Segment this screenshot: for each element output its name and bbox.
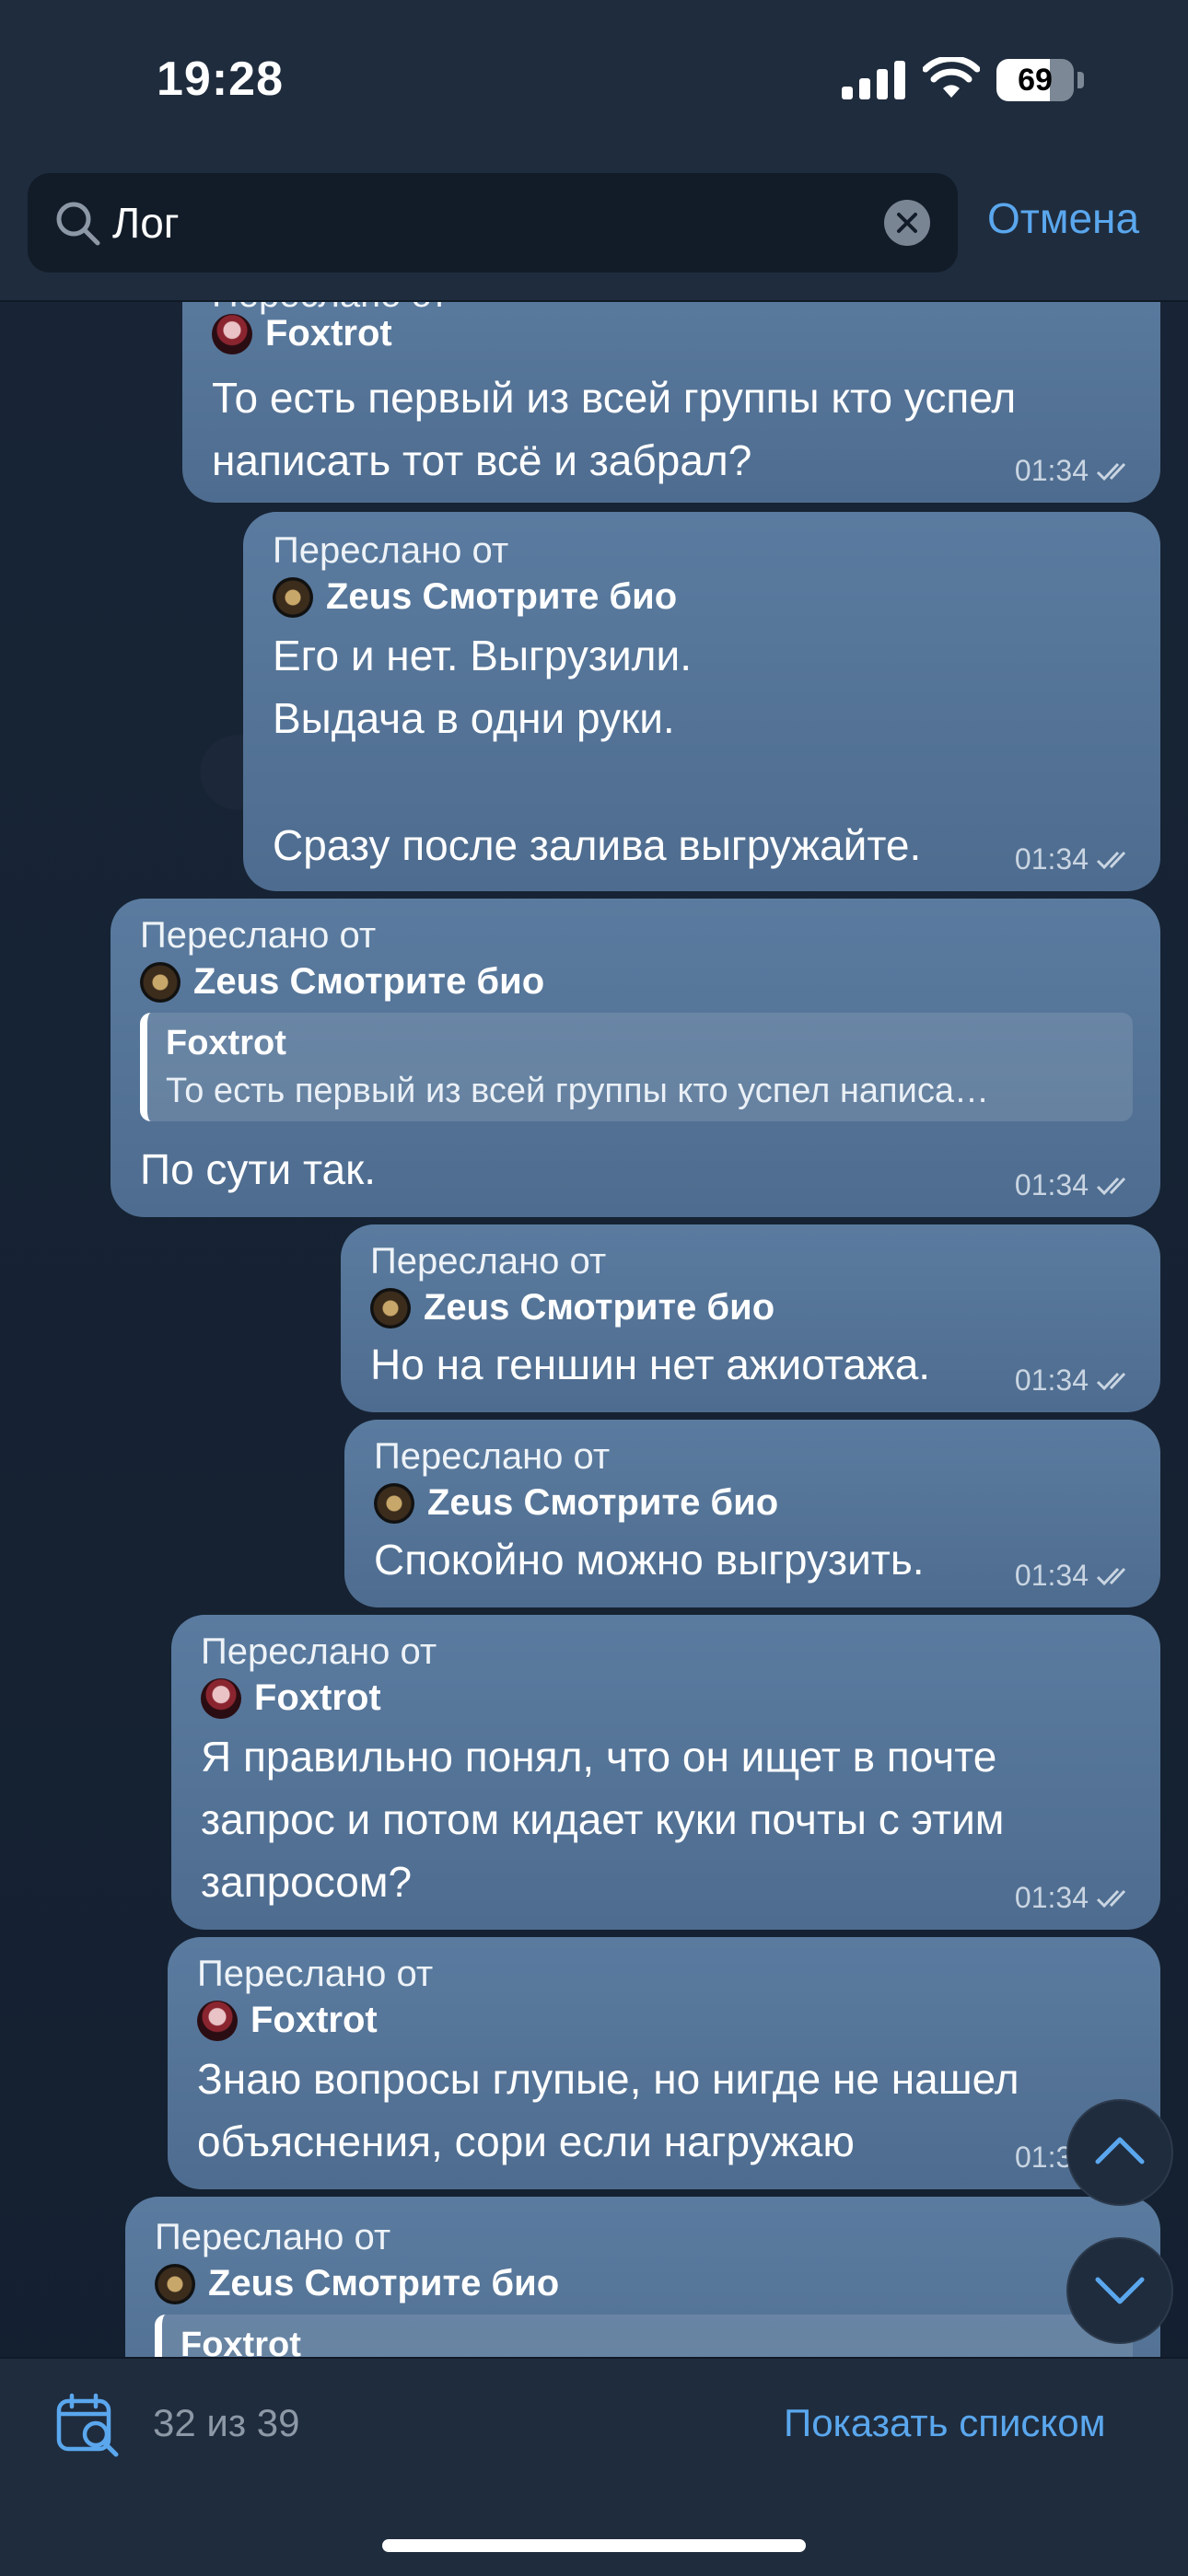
- author-name: Foxtrot: [254, 1677, 381, 1718]
- message-line: запросом?: [201, 1858, 413, 1906]
- search-field[interactable]: [28, 173, 958, 273]
- message-meta: 01:3: [1015, 2141, 1072, 2175]
- cancel-button[interactable]: Отмена: [987, 193, 1139, 243]
- close-icon: [897, 213, 917, 233]
- message-time: 01:34: [1014, 1559, 1089, 1592]
- chevron-up-icon: [1095, 2137, 1145, 2164]
- scroll-down-button[interactable]: [1066, 2237, 1173, 2344]
- author-name: Zeus Смотрите био: [427, 1482, 779, 1523]
- clear-search-button[interactable]: [884, 200, 930, 246]
- status-time: 19:28: [157, 52, 284, 106]
- forward-author[interactable]: Zeus Смотрите био: [140, 961, 544, 1003]
- message-bubble[interactable]: Переслано от Foxtrot Знаю вопросы глупые…: [168, 1937, 1160, 2189]
- avatar: [370, 1287, 411, 1329]
- message-meta: 01:34: [1015, 1363, 1136, 1398]
- message-line: Знаю вопросы глупые, но нигде не нашел: [197, 2055, 1019, 2103]
- avatar: [201, 1677, 241, 1719]
- reply-quote[interactable]: Foxtrot То есть первый из всей группы кт…: [140, 1013, 1133, 1121]
- message-time: 01:34: [1014, 1363, 1089, 1397]
- battery-level: 69: [1018, 63, 1053, 98]
- forward-label: Переслано от: [155, 2217, 391, 2257]
- forward-author[interactable]: Foxtrot: [201, 1677, 381, 1719]
- search-icon: [56, 202, 100, 246]
- search-header: Отмена: [0, 157, 1188, 302]
- double-check-icon: [1096, 1177, 1126, 1195]
- message-time: 01:34: [1014, 842, 1089, 876]
- message-line: Спокойно можно выгрузить.: [374, 1536, 925, 1584]
- battery-body: 69: [996, 59, 1074, 101]
- message-bubble[interactable]: Переслано от Foxtrot Я правильно понял, …: [171, 1615, 1160, 1930]
- show-as-list-button[interactable]: Показать списком: [784, 2401, 1106, 2445]
- message-meta: 01:34: [1015, 1559, 1136, 1593]
- status-bar: 19:28 69: [0, 0, 1188, 157]
- message-bubble[interactable]: Переслано от Zeus Смотрите био Его и нет…: [243, 512, 1160, 891]
- message-line: Его и нет. Выгрузили.: [273, 632, 692, 679]
- message-line: Сразу после залива выгружайте.: [273, 821, 922, 869]
- double-check-icon: [1096, 1889, 1126, 1908]
- forward-label: Переслано от: [201, 1631, 437, 1672]
- message-meta: 01:34: [1015, 454, 1136, 488]
- forward-label: Переслано от: [140, 915, 377, 956]
- avatar: [155, 2263, 195, 2304]
- author-name: Foxtrot: [265, 313, 392, 354]
- home-indicator: [382, 2539, 806, 2552]
- forward-label: Переслано от: [197, 1954, 434, 1994]
- message-bubble[interactable]: Переслано от Foxtrot То есть первый из в…: [182, 267, 1160, 503]
- cellular-signal-icon: [842, 61, 905, 99]
- message-time: 01:34: [1014, 1881, 1089, 1914]
- message-meta: 01:34: [1015, 1168, 1136, 1202]
- double-check-icon: [1096, 1567, 1126, 1585]
- forward-author[interactable]: Foxtrot: [212, 313, 392, 354]
- message-line: По сути так.: [140, 1145, 377, 1193]
- forward-label: Переслано от: [273, 530, 509, 571]
- double-check-icon: [1096, 1372, 1126, 1390]
- avatar: [140, 961, 181, 1003]
- message-line: Но на геншин нет ажиотажа.: [370, 1340, 931, 1388]
- author-name: Zeus Смотрите био: [193, 961, 545, 1002]
- quote-author: Foxtrot: [166, 1024, 286, 1062]
- double-check-icon: [1096, 851, 1126, 869]
- message-time: 01:34: [1014, 1168, 1089, 1201]
- quote-text: То есть первый из всей группы кто успел …: [166, 1072, 989, 1110]
- avatar: [374, 1482, 414, 1524]
- chevron-down-icon: [1095, 2277, 1145, 2304]
- forward-author[interactable]: Foxtrot: [197, 2000, 378, 2041]
- wifi-icon: [923, 57, 980, 98]
- message-line: Я правильно понял, что он ищет в почте: [201, 1733, 997, 1781]
- double-check-icon: [1096, 462, 1126, 481]
- message-bubble[interactable]: Переслано от Zeus Смотрите био Но на ген…: [341, 1224, 1160, 1412]
- search-input[interactable]: [112, 173, 868, 273]
- forward-author[interactable]: Zeus Смотрите био: [155, 2263, 559, 2304]
- author-name: Zeus Смотрите био: [326, 576, 678, 617]
- battery-tip: [1077, 72, 1084, 88]
- message-line: объяснения, сори если нагружаю: [197, 2118, 855, 2165]
- author-name: Zeus Смотрите био: [424, 1287, 775, 1328]
- message-line: Выдача в одни руки.: [273, 694, 675, 742]
- result-count: 32 из 39: [153, 2401, 300, 2444]
- avatar: [212, 313, 252, 354]
- avatar: [197, 2000, 238, 2041]
- forward-label: Переслано от: [374, 1436, 611, 1477]
- forward-author[interactable]: Zeus Смотрите био: [374, 1482, 778, 1524]
- author-name: Zeus Смотрите био: [208, 2263, 560, 2303]
- message-line: То есть первый из всей группы кто успел: [212, 374, 1017, 422]
- message-bubble[interactable]: Переслано от Zeus Смотрите био Foxtrot Т…: [111, 899, 1160, 1217]
- message-bubble[interactable]: Переслано от Zeus Смотрите био Спокойно …: [344, 1420, 1160, 1607]
- author-name: Foxtrot: [250, 2000, 378, 2040]
- message-line: написать тот всё и забрал?: [212, 436, 752, 484]
- scroll-up-button[interactable]: [1066, 2099, 1173, 2206]
- battery-indicator: 69: [996, 59, 1085, 101]
- calendar-search-icon[interactable]: [55, 2392, 122, 2458]
- message-meta: 01:34: [1015, 842, 1136, 876]
- message-time: 01:34: [1014, 454, 1089, 487]
- message-line: запрос и потом кидает куки почты с этим: [201, 1795, 1005, 1843]
- message-time: 01:3: [1015, 2141, 1073, 2174]
- message-meta: 01:34: [1015, 1881, 1136, 1915]
- forward-label: Переслано от: [370, 1241, 607, 1282]
- forward-author[interactable]: Zeus Смотрите био: [370, 1287, 775, 1329]
- forward-author[interactable]: Zeus Смотрите био: [273, 576, 677, 618]
- avatar: [273, 576, 313, 618]
